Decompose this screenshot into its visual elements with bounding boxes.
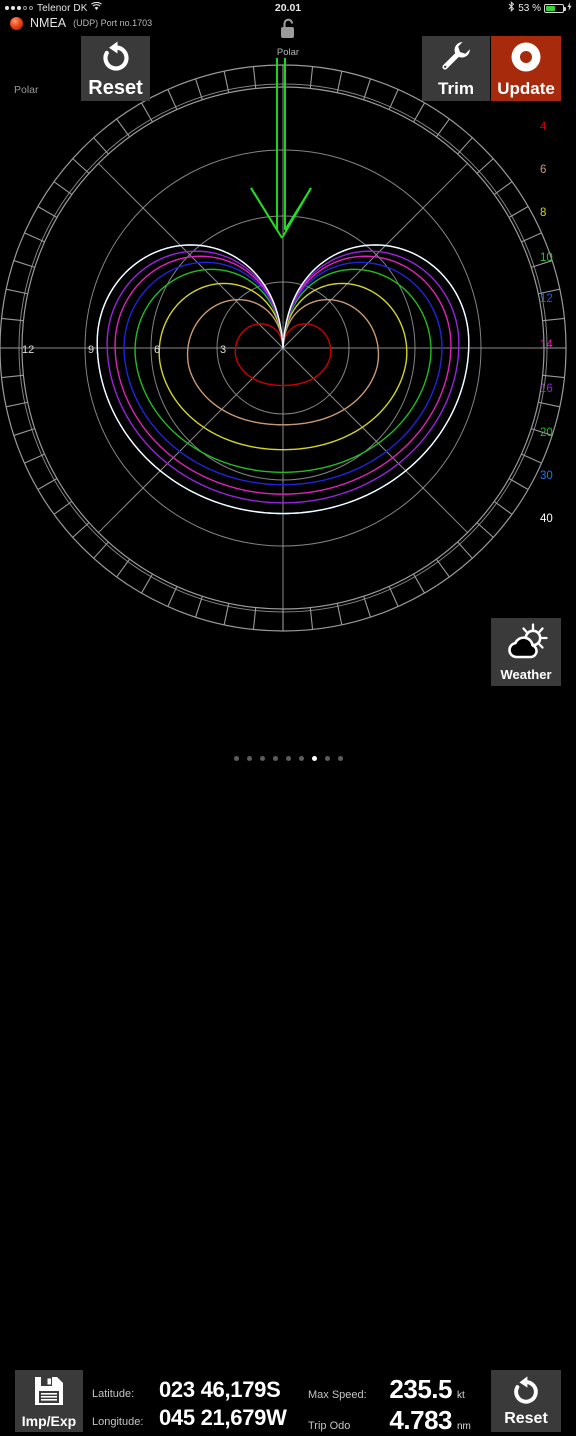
page-dot[interactable] bbox=[285, 756, 291, 761]
battery-icon bbox=[544, 3, 566, 13]
wrench-icon bbox=[439, 40, 473, 78]
legend-item-12: 12 bbox=[540, 293, 553, 305]
status-bar: Telenor DK 20.01 53 % bbox=[0, 0, 576, 16]
polar-chart[interactable]: 3 6 9 12 4 6 8 10 12 14 16 20 30 40 bbox=[0, 0, 576, 768]
unlocked-padlock-icon[interactable] bbox=[277, 17, 299, 46]
trim-label: Trim bbox=[438, 79, 474, 98]
page-dot[interactable] bbox=[298, 756, 304, 761]
update-label: Update bbox=[497, 79, 555, 98]
rotate-ccw-icon bbox=[510, 1375, 542, 1410]
max-speed-value: 235.5 bbox=[389, 1374, 452, 1404]
page-dot[interactable] bbox=[324, 756, 330, 761]
longitude-row: Longitude: 045 21,679W bbox=[92, 1405, 287, 1433]
latitude-row: Latitude: 023 46,179S bbox=[92, 1377, 287, 1405]
stats-readout: Max Speed: 235.5 kt Trip Odo 4.783 nm bbox=[308, 1374, 471, 1436]
record-circle-icon bbox=[509, 40, 543, 79]
max-speed-unit: kt bbox=[457, 1390, 465, 1401]
rotate-ccw-icon bbox=[99, 40, 133, 77]
radial-tick-label: 12 bbox=[22, 344, 34, 356]
position-readout: Latitude: 023 46,179S Longitude: 045 21,… bbox=[92, 1377, 287, 1433]
trip-odo-label: Trip Odo bbox=[308, 1420, 351, 1432]
legend-item-30: 30 bbox=[540, 470, 553, 482]
reset-top-label: Reset bbox=[88, 76, 143, 99]
bluetooth-icon bbox=[508, 1, 515, 15]
legend-item-40: 40 bbox=[540, 513, 553, 525]
trip-odo-value: 4.783 bbox=[389, 1405, 452, 1435]
latitude-value: 023 46,179S bbox=[159, 1377, 281, 1402]
import-export-button[interactable]: Imp/Exp bbox=[15, 1370, 83, 1432]
legend-item-4: 4 bbox=[540, 121, 547, 133]
bottom-data-bar: Imp/Exp Latitude: 023 46,179S Longitude:… bbox=[0, 680, 576, 1435]
trip-odo-row: Trip Odo 4.783 nm bbox=[308, 1405, 471, 1436]
legend-item-14: 14 bbox=[540, 339, 553, 351]
lock-label: Polar bbox=[276, 47, 300, 58]
clock-label: 20.01 bbox=[274, 2, 302, 14]
page-indicator[interactable] bbox=[0, 756, 576, 761]
page-dot[interactable] bbox=[272, 756, 278, 761]
legend-item-8: 8 bbox=[540, 207, 546, 219]
max-speed-row: Max Speed: 235.5 kt bbox=[308, 1374, 471, 1405]
reset-bottom-button[interactable]: Reset bbox=[491, 1370, 561, 1432]
update-button[interactable]: Update bbox=[491, 36, 561, 101]
legend-item-20: 20 bbox=[540, 427, 553, 439]
wind-speed-legend: 4 6 8 10 12 14 16 20 30 40 bbox=[540, 121, 553, 525]
page-dot[interactable] bbox=[233, 756, 239, 761]
polar-mode-label: Polar bbox=[14, 84, 39, 96]
radial-tick-label: 6 bbox=[154, 344, 160, 356]
page-dot[interactable] bbox=[337, 756, 343, 761]
radial-tick-label: 3 bbox=[220, 344, 226, 356]
legend-item-6: 6 bbox=[540, 164, 546, 176]
battery-percent-label: 53 % bbox=[518, 2, 541, 14]
latitude-label: Latitude: bbox=[92, 1388, 135, 1400]
lightning-bolt-icon bbox=[567, 2, 572, 14]
floppy-disk-icon bbox=[33, 1375, 65, 1412]
trip-odo-unit: nm bbox=[457, 1421, 471, 1432]
page-dot[interactable] bbox=[311, 756, 317, 761]
trim-button[interactable]: Trim bbox=[422, 36, 490, 101]
longitude-value: 045 21,679W bbox=[159, 1405, 287, 1430]
page-dot[interactable] bbox=[246, 756, 252, 761]
status-bar-right: 53 % bbox=[508, 1, 572, 15]
reset-top-button[interactable]: Reset bbox=[81, 36, 150, 101]
max-speed-label: Max Speed: bbox=[308, 1389, 367, 1401]
weather-button[interactable]: Weather bbox=[491, 618, 561, 686]
import-export-label: Imp/Exp bbox=[21, 1412, 77, 1429]
reset-bottom-label: Reset bbox=[504, 1410, 548, 1427]
longitude-label: Longitude: bbox=[92, 1416, 144, 1428]
radial-tick-label: 9 bbox=[88, 344, 94, 356]
legend-item-16: 16 bbox=[540, 383, 553, 395]
page-dot[interactable] bbox=[259, 756, 265, 761]
legend-item-10: 10 bbox=[540, 252, 553, 264]
sun-cloud-icon bbox=[504, 623, 548, 666]
